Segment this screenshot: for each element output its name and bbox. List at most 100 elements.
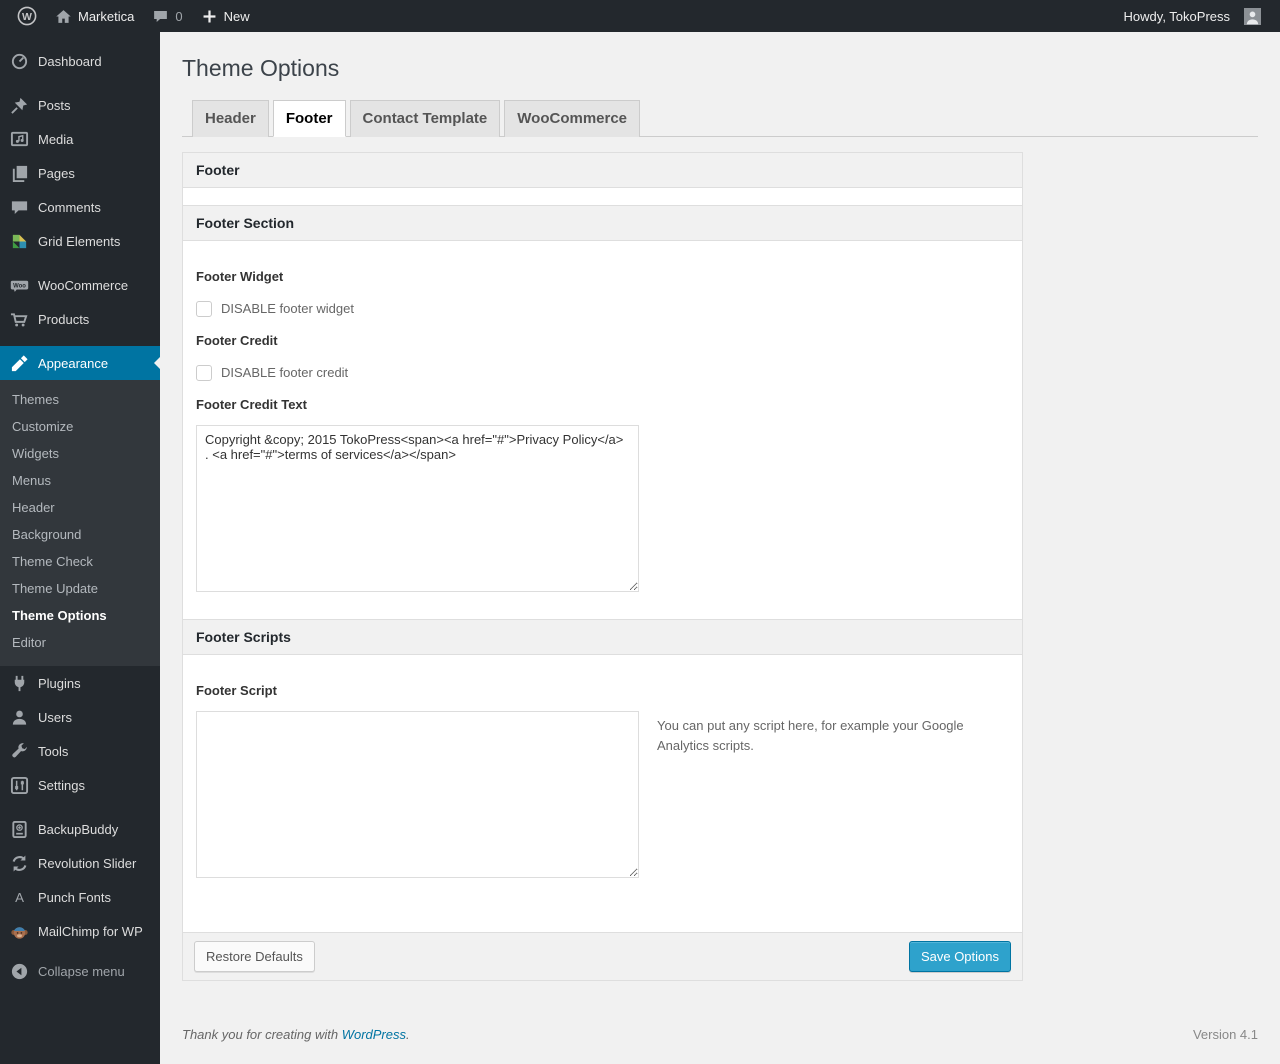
admin-bar: W Marketica 0 New Howdy, TokoPress: [0, 0, 1280, 32]
collapse-menu-label: Collapse menu: [38, 963, 125, 979]
refresh-icon: [12, 855, 27, 871]
sidebar-item-tools[interactable]: Tools: [0, 734, 160, 768]
submenu-item-menus[interactable]: Menus: [0, 467, 160, 494]
plugin-icon: [14, 675, 25, 691]
submenu-item-header[interactable]: Header: [0, 494, 160, 521]
submenu-item-widgets[interactable]: Widgets: [0, 440, 160, 467]
sidebar-item-pages[interactable]: Pages: [0, 156, 160, 190]
submenu-item-background[interactable]: Background: [0, 521, 160, 548]
avatar: [1244, 7, 1261, 25]
sidebar-item-label: Posts: [38, 97, 71, 113]
submenu-item-themes[interactable]: Themes: [0, 386, 160, 413]
sidebar-item-punch-fonts[interactable]: A Punch Fonts: [0, 880, 160, 914]
comments-menu[interactable]: 0: [143, 0, 191, 32]
sidebar-item-settings[interactable]: Settings: [0, 768, 160, 802]
collapse-menu-button[interactable]: Collapse menu: [0, 954, 160, 988]
sidebar-item-label: Tools: [38, 743, 69, 759]
panel-header: Footer: [183, 152, 1022, 188]
disable-footer-widget-label: DISABLE footer widget: [221, 301, 354, 317]
settings-icon: [10, 776, 29, 794]
sidebar-item-label: Dashboard: [38, 53, 102, 69]
sidebar-item-appearance[interactable]: Appearance: [0, 346, 160, 380]
sidebar-item-label: Media: [38, 131, 74, 147]
svg-text:Woo: Woo: [13, 283, 26, 289]
restore-defaults-button[interactable]: Restore Defaults: [194, 940, 315, 972]
plus-icon: [203, 10, 216, 22]
wordpress-logo-menu[interactable]: W: [8, 0, 46, 32]
tab-bar: Header Footer Contact Template WooCommer…: [182, 99, 1258, 137]
new-label: New: [223, 8, 250, 24]
footer-credit-label: Footer Credit: [196, 332, 278, 348]
sidebar-item-posts[interactable]: Posts: [0, 88, 160, 122]
sidebar-item-comments[interactable]: Comments: [0, 190, 160, 224]
monkey-icon: [11, 926, 28, 939]
site-name-menu[interactable]: Marketica: [46, 0, 143, 32]
footer-section-body: Footer Widget DISABLE footer widget Foot…: [183, 241, 1022, 619]
disable-footer-widget-checkbox[interactable]: [196, 300, 212, 317]
pages-icon: [12, 165, 28, 182]
sidebar-item-woocommerce[interactable]: Woo WooCommerce: [0, 268, 160, 302]
tab-header[interactable]: Header: [192, 99, 269, 137]
footer-script-textarea[interactable]: [196, 710, 639, 878]
footer-scripts-body: Footer Script You can put any script her…: [183, 655, 1022, 932]
tab-footer[interactable]: Footer: [272, 99, 346, 137]
cart-icon: [10, 312, 28, 326]
sidebar-item-users[interactable]: Users: [0, 700, 160, 734]
pin-icon: [11, 97, 28, 114]
svg-text:A: A: [15, 890, 24, 905]
media-icon: [10, 131, 29, 146]
tab-woocommerce[interactable]: WooCommerce: [504, 99, 641, 137]
menu-separator: [0, 336, 160, 346]
thanks-suffix: .: [406, 1026, 410, 1042]
sidebar-item-mailchimp[interactable]: MailChimp for WP: [0, 914, 160, 948]
user-icon: [12, 710, 27, 725]
submenu-item-theme-update[interactable]: Theme Update: [0, 575, 160, 602]
new-content-menu[interactable]: New: [192, 0, 259, 32]
sidebar-item-media[interactable]: Media: [0, 122, 160, 156]
sidebar-item-label: Comments: [38, 199, 101, 215]
letter-a-icon: A: [15, 890, 24, 905]
woocommerce-icon: Woo: [10, 280, 29, 292]
sidebar-item-grid-elements[interactable]: Grid Elements: [0, 224, 160, 258]
sidebar-item-revolution-slider[interactable]: Revolution Slider: [0, 846, 160, 880]
sidebar-item-products[interactable]: Products: [0, 302, 160, 336]
sidebar-item-label: WooCommerce: [38, 277, 129, 293]
panel-footer: Restore Defaults Save Options: [183, 931, 1022, 980]
thank-you-text: Thank you for creating with WordPress.: [182, 1027, 410, 1042]
submenu-item-customize[interactable]: Customize: [0, 413, 160, 440]
menu-separator: [0, 802, 160, 812]
submenu-item-editor[interactable]: Editor: [0, 629, 160, 656]
footer-section-header: Footer Section: [183, 204, 1022, 241]
account-menu[interactable]: Howdy, TokoPress: [1115, 0, 1270, 32]
collapse-arrow-icon: [11, 963, 28, 979]
submenu-item-theme-options[interactable]: Theme Options: [0, 602, 160, 629]
footer-widget-label: Footer Widget: [196, 268, 284, 284]
wrench-icon: [12, 742, 27, 757]
sidebar-item-label: MailChimp for WP: [38, 923, 143, 939]
thanks-prefix: Thank you for creating with: [182, 1026, 342, 1042]
footer-credit-text-textarea[interactable]: Copyright &copy; 2015 TokoPress<span><a …: [196, 424, 639, 592]
save-options-button[interactable]: Save Options: [908, 940, 1011, 972]
page-footer: Thank you for creating with WordPress. V…: [182, 1027, 1258, 1062]
disable-footer-credit-checkbox[interactable]: [196, 364, 212, 381]
footer-credit-text-label: Footer Credit Text: [196, 396, 307, 412]
version-text: Version 4.1: [1192, 1026, 1258, 1042]
comment-count: 0: [175, 8, 183, 24]
options-panel: Footer Footer Section Footer Widget DISA…: [182, 151, 1023, 981]
sidebar-item-label: Grid Elements: [38, 233, 121, 249]
howdy-label: Howdy, TokoPress: [1123, 8, 1230, 24]
site-name-label: Marketica: [78, 8, 135, 24]
tab-contact-template[interactable]: Contact Template: [349, 99, 501, 137]
sidebar-item-backupbuddy[interactable]: BackupBuddy: [0, 812, 160, 846]
backup-icon: [12, 820, 27, 838]
sidebar-item-label: Users: [38, 709, 72, 725]
submenu-item-theme-check[interactable]: Theme Check: [0, 548, 160, 575]
footer-scripts-header: Footer Scripts: [183, 618, 1022, 655]
sidebar-item-plugins[interactable]: Plugins: [0, 666, 160, 700]
wordpress-link[interactable]: WordPress: [342, 1027, 406, 1042]
sidebar-item-label: Products: [38, 311, 90, 327]
sidebar-item-label: Pages: [38, 165, 75, 181]
footer-credit-checkbox-row: DISABLE footer credit: [196, 364, 1009, 381]
sidebar-item-label: Settings: [38, 777, 85, 793]
sidebar-item-dashboard[interactable]: Dashboard: [0, 44, 160, 78]
